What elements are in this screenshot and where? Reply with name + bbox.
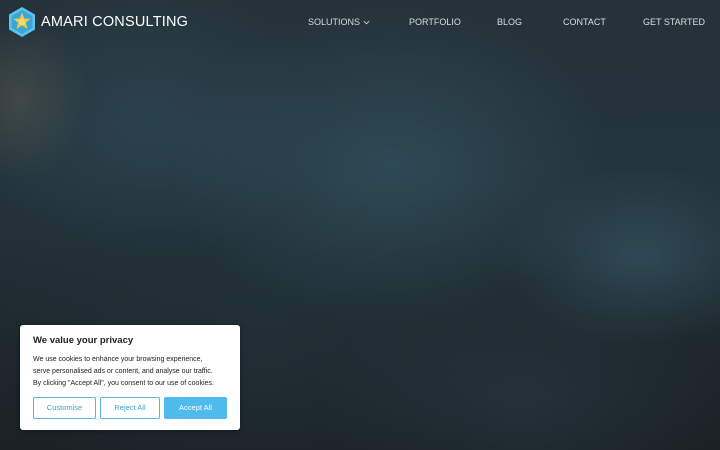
- nav-item-label: CONTACT: [563, 17, 606, 27]
- nav-item-label: PORTFOLIO: [409, 17, 461, 27]
- nav-item-label: SOLUTIONS: [308, 17, 361, 27]
- hexagon-star-logo-icon: [9, 7, 35, 37]
- nav-item-label: BLOG: [497, 17, 523, 27]
- customise-button[interactable]: Customise: [33, 397, 96, 419]
- site-header: AMARI CONSULTING SOLUTIONS PORTFOLIO BLO…: [0, 0, 720, 44]
- nav-item-get-started[interactable]: GET STARTED: [643, 15, 705, 29]
- reject-all-button[interactable]: Reject All: [100, 397, 160, 419]
- chevron-down-icon: [363, 20, 370, 24]
- nav-item-portfolio[interactable]: PORTFOLIO: [409, 15, 461, 29]
- logo-link[interactable]: AMARI CONSULTING: [6, 6, 188, 38]
- nav-item-contact[interactable]: CONTACT: [563, 15, 606, 29]
- nav-item-blog[interactable]: BLOG: [497, 15, 522, 29]
- cookie-text-line: We use cookies to enhance your browsing …: [33, 356, 203, 363]
- nav-item-label: GET STARTED: [643, 17, 706, 27]
- cookie-banner-description: We use cookies to enhance your browsing …: [33, 354, 233, 390]
- accept-all-button[interactable]: Accept All: [164, 397, 227, 419]
- cookie-text-line: serve personalised ads or content, and a…: [33, 368, 213, 375]
- nav-item-solutions[interactable]: SOLUTIONS: [308, 15, 370, 29]
- brand-name: AMARI CONSULTING: [41, 14, 189, 30]
- cookie-banner-title: We value your privacy: [33, 335, 134, 346]
- cookie-text-line: By clicking "Accept All", you consent to…: [33, 380, 214, 387]
- cookie-consent-banner: We value your privacy We use cookies to …: [20, 325, 240, 430]
